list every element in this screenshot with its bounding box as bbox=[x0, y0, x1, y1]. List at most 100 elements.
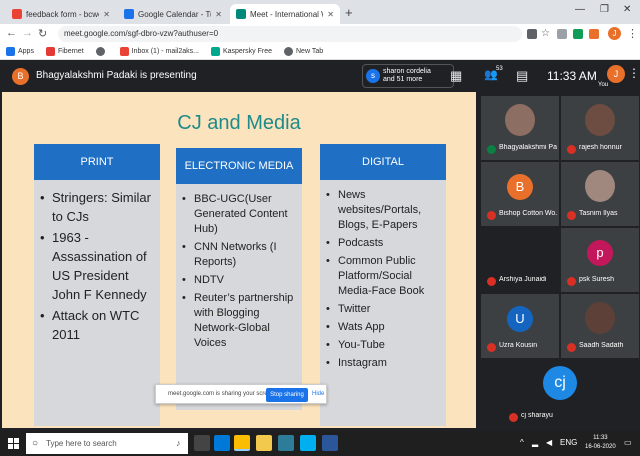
tray-clock[interactable]: 11:33 16-06-2020 bbox=[585, 434, 616, 452]
column-body: Stringers: Similar to CJs 1963 - Assassi… bbox=[34, 180, 160, 426]
participant-more: and 51 more bbox=[383, 76, 423, 83]
gmail-icon bbox=[12, 9, 22, 19]
participant-tile[interactable]: U Uzra Kousin bbox=[481, 294, 559, 358]
slide-bullet: News websites/Portals, Blogs, E-Papers bbox=[326, 188, 440, 233]
check-extension-icon[interactable] bbox=[573, 29, 583, 39]
participant-photo bbox=[585, 104, 615, 136]
mic-off-icon bbox=[567, 211, 576, 220]
column-body: News websites/Portals, Blogs, E-Papers P… bbox=[320, 180, 446, 426]
column-print: PRINT Stringers: Similar to CJs 1963 - A… bbox=[34, 144, 160, 426]
back-arrow-icon[interactable]: ← bbox=[6, 27, 17, 39]
word-icon[interactable] bbox=[322, 435, 338, 451]
bookmark-inbox[interactable]: Inbox (1) - mail2aks... bbox=[119, 47, 199, 56]
column-digital: DIGITAL News websites/Portals, Blogs, E-… bbox=[320, 144, 446, 426]
stop-sharing-button[interactable]: Stop sharing bbox=[266, 388, 308, 402]
close-window-icon[interactable]: ✕ bbox=[623, 4, 631, 15]
mic-off-icon bbox=[487, 343, 496, 352]
participant-name: cj sharayu bbox=[521, 412, 553, 419]
participant-name: Bhagyalakshmi Pa... bbox=[499, 144, 557, 151]
bookmark-globe[interactable] bbox=[95, 47, 108, 56]
store-icon[interactable] bbox=[278, 435, 294, 451]
column-body: BBC-UGC(User Generated Content Hub) CNN … bbox=[176, 184, 302, 410]
bookmark-apps[interactable]: Apps bbox=[6, 47, 34, 56]
slide-bullet: Podcasts bbox=[326, 236, 440, 251]
bookmark-new-tab[interactable]: New Tab bbox=[284, 47, 323, 56]
participant-avatar: p bbox=[587, 240, 613, 266]
notifications-icon[interactable]: ▭ bbox=[624, 438, 632, 447]
skype-icon[interactable] bbox=[300, 435, 316, 451]
globe-icon bbox=[95, 47, 105, 56]
task-view-icon[interactable] bbox=[194, 435, 210, 451]
presenting-text: Bhagyalakshmi Padaki is presenting bbox=[36, 70, 197, 81]
mic-off-icon bbox=[487, 277, 496, 286]
slide-bullet: 1963 - Assassination of US President Joh… bbox=[40, 228, 154, 304]
slide-bullet: Twitter bbox=[326, 302, 440, 317]
file-explorer-icon[interactable] bbox=[256, 435, 272, 451]
bookmark-fibernet[interactable]: Fibernet bbox=[45, 47, 84, 56]
camera-indicator-icon[interactable] bbox=[527, 29, 537, 39]
reload-icon[interactable]: ↻ bbox=[38, 27, 47, 40]
taskbar-search[interactable]: ○ Type here to search ♪ bbox=[26, 433, 188, 454]
slide-bullet: You-Tube bbox=[326, 338, 440, 353]
slide-bullet: Stringers: Similar to CJs bbox=[40, 188, 154, 226]
tab-label: Meet - International Webinar bbox=[250, 9, 323, 19]
forward-arrow-icon[interactable]: → bbox=[22, 27, 33, 39]
self-avatar[interactable]: J bbox=[607, 65, 625, 83]
apps-grid-icon bbox=[6, 47, 15, 56]
meeting-clock: 11:33 AM bbox=[547, 69, 597, 83]
maximize-icon[interactable]: ❐ bbox=[600, 4, 609, 15]
tray-chevron-icon[interactable]: ^ bbox=[520, 438, 524, 447]
menu-dots-icon[interactable]: ⋮ bbox=[627, 27, 638, 40]
chrome-icon[interactable] bbox=[234, 435, 250, 451]
participant-tile[interactable]: B Bishop Cotton Wo... bbox=[481, 162, 559, 226]
participant-tile[interactable]: Bhagyalakshmi Pa... bbox=[481, 96, 559, 160]
participant-name: Bishop Cotton Wo... bbox=[499, 210, 557, 217]
participant-name: psk Suresh bbox=[579, 276, 615, 283]
more-options-icon[interactable]: ⋮ bbox=[628, 66, 640, 80]
globe-icon bbox=[284, 47, 293, 56]
edge-icon[interactable] bbox=[214, 435, 230, 451]
url-input[interactable]: meet.google.com/sgf-dbro-vzw?authuser=0 bbox=[58, 26, 522, 42]
bookmark-label: Kaspersky Free bbox=[222, 48, 272, 55]
minimize-icon[interactable]: — bbox=[575, 4, 585, 15]
profile-avatar[interactable]: J bbox=[608, 27, 621, 40]
slide-bullet: Attack on WTC 2011 bbox=[40, 306, 154, 344]
google-icon bbox=[119, 47, 129, 56]
participant-avatar: s bbox=[366, 69, 380, 83]
participant-count: 53 bbox=[496, 66, 503, 72]
participant-tile[interactable]: p psk Suresh bbox=[561, 228, 639, 292]
star-icon[interactable]: ☆ bbox=[541, 29, 551, 39]
layout-icon[interactable]: ▦ bbox=[450, 68, 462, 84]
network-icon[interactable]: ▂ bbox=[532, 438, 538, 447]
extension-icon[interactable] bbox=[557, 29, 567, 39]
meet-icon bbox=[236, 9, 246, 19]
extension-icon-2[interactable] bbox=[589, 29, 599, 39]
close-icon[interactable]: ✕ bbox=[215, 10, 222, 19]
close-icon[interactable]: ✕ bbox=[327, 10, 334, 19]
close-icon[interactable]: ✕ bbox=[103, 10, 110, 19]
participant-tile[interactable]: Tasnim Ilyas bbox=[561, 162, 639, 226]
participant-tile-self[interactable]: cj cj sharayu bbox=[481, 360, 639, 428]
tab-feedback-form[interactable]: feedback form - bcwcc.journalis ✕ bbox=[6, 4, 116, 24]
participant-tile[interactable]: rajesh honnur bbox=[561, 96, 639, 160]
mic-off-icon bbox=[487, 211, 496, 220]
slide-bullet: Common Public Platform/Social Media-Face… bbox=[326, 254, 440, 299]
mic-off-icon bbox=[567, 145, 576, 154]
mic-off-icon bbox=[567, 343, 576, 352]
calendar-icon bbox=[124, 9, 134, 19]
participants-preview[interactable]: s sharon cordelia and 51 more bbox=[362, 64, 454, 88]
participant-tile[interactable]: Arshiya Junaidi bbox=[481, 228, 559, 292]
new-tab-button[interactable]: + bbox=[345, 5, 353, 20]
windows-start-icon[interactable] bbox=[8, 438, 20, 450]
hide-button[interactable]: Hide bbox=[312, 391, 324, 397]
tab-google-calendar[interactable]: Google Calendar - Tuesday, June ✕ bbox=[118, 4, 228, 24]
column-heading: ELECTRONIC MEDIA bbox=[176, 148, 302, 184]
tab-meet[interactable]: Meet - International Webinar ✕ bbox=[230, 4, 340, 24]
microphone-icon[interactable]: ♪ bbox=[176, 438, 181, 448]
language-indicator[interactable]: ENG bbox=[560, 438, 577, 447]
chat-icon[interactable]: ▤ bbox=[516, 68, 528, 84]
volume-icon[interactable]: ◀ bbox=[546, 438, 552, 447]
bookmark-kaspersky[interactable]: Kaspersky Free bbox=[210, 47, 272, 56]
address-bar-row: ← → ↻ meet.google.com/sgf-dbro-vzw?authu… bbox=[0, 24, 640, 44]
participant-tile[interactable]: Saadh Sadath bbox=[561, 294, 639, 358]
